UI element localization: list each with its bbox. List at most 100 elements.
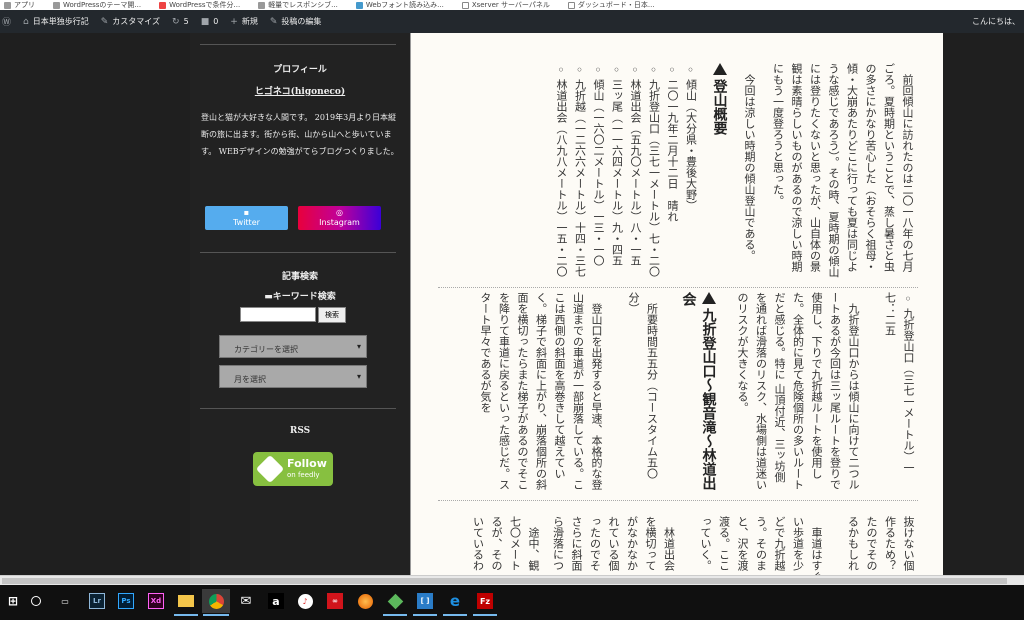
wp-admin-bar: Ⓦ ⌂ 日本単独歩行記 ✎ カスタマイズ ↻ 5 ■ 0 + 新規 ✎ 投稿の編集 こんにち… (0, 10, 1024, 33)
green-app-button[interactable] (382, 589, 408, 616)
taskbar: ⊞ ▭ Lr Ps Xd ✉ a ♪ ∞ [ ] e Fz (0, 585, 1024, 620)
twitter-button[interactable]: ▪ Twitter (205, 206, 288, 230)
chrome-button[interactable] (202, 589, 230, 616)
page-icon (567, 1, 575, 9)
amazon-button[interactable]: a (263, 589, 289, 613)
comments-link[interactable]: ■ 0 (201, 17, 219, 27)
bookmark[interactable]: 軽量でレスポンシブ... (258, 0, 338, 10)
page-icon (461, 1, 469, 9)
updates-link[interactable]: ↻ 5 (172, 17, 189, 27)
xd-button[interactable]: Xd (143, 589, 169, 613)
divider (438, 287, 918, 288)
feedly-follow-button[interactable]: Follow on feedly (253, 452, 333, 486)
paragraph: 登山口を出発すると早速、本格的な登山道までの車道が一部崩落している。ここは西側の… (479, 292, 603, 490)
lightroom-icon: Lr (89, 593, 105, 609)
favicon-icon (258, 1, 266, 9)
bookmark[interactable]: WordPressで条件分... (159, 0, 240, 10)
month-select[interactable]: 月を選択 (219, 365, 367, 388)
new-content-link[interactable]: + 新規 (230, 16, 258, 27)
edge-icon: e (449, 592, 461, 610)
divider (200, 252, 396, 253)
favicon-icon (159, 1, 167, 9)
filezilla-icon: Fz (477, 593, 493, 609)
brush-icon: ✎ (100, 16, 109, 27)
bookmark[interactable]: WordPressのテーマ開... (53, 0, 141, 10)
search-button[interactable]: 検索 (318, 307, 346, 323)
instagram-icon: ◎ (336, 208, 343, 217)
list-item: 九折登山口（三七一メートル）七・二〇 (644, 63, 663, 278)
brackets-button[interactable]: [ ] (412, 589, 438, 616)
app-diamond-icon (387, 593, 403, 609)
bookmark[interactable]: Xserver サーバーパネル (461, 0, 550, 10)
creative-cloud-icon: ∞ (327, 593, 343, 609)
itunes-button[interactable]: ♪ (292, 589, 318, 613)
folder-icon (178, 595, 194, 607)
profile-bio: 登山と猫が大好きな人間です。 2019年3月より日本縦断の旅に出ます。街から街、… (201, 113, 399, 156)
paragraph: 九折登山口からは傾山に向けて二つルートあるが今回は三ッ尾ルートを登りで使用し、下… (736, 292, 860, 490)
bookmarks-bar: アプリ WordPressのテーマ開... WordPressで条件分... 軽… (0, 0, 1024, 10)
paragraph: 林道出会 を横切って がなかなか れている個 ったのでそ さらに斜面 ら滑落につ (551, 516, 676, 571)
paragraph: 抜けない個 作るため？ たのでその るかもしれ (846, 516, 916, 571)
task-view-button[interactable]: ▭ (52, 589, 78, 613)
article-section-route: 九折登山口（三七一メートル）一七：二五 九折登山口からは傾山に向けて二つルートあ… (411, 292, 943, 492)
list-item: 二〇一九年二月十二日 晴れ (663, 63, 682, 278)
summary-list: 傾山（大分県・豊後大野） 二〇一九年二月十二日 晴れ 九折登山口（三七一メートル… (552, 63, 700, 278)
divider (438, 500, 918, 501)
edit-post-link[interactable]: ✎ 投稿の編集 (270, 16, 322, 27)
brackets-icon: [ ] (417, 593, 433, 609)
creative-cloud-button[interactable]: ∞ (322, 589, 348, 613)
pencil-icon: ✎ (269, 16, 278, 27)
firefox-button[interactable] (352, 589, 378, 613)
mail-icon: ✉ (240, 593, 252, 609)
instagram-button[interactable]: ◎ Instagram (298, 206, 381, 230)
rss-title: RSS (289, 426, 311, 436)
windows-icon: ⊞ (7, 594, 19, 608)
divider (200, 44, 396, 45)
bookmark[interactable]: ダッシュボード・日本... (567, 0, 655, 10)
lightroom-button[interactable]: Lr (84, 589, 110, 613)
search-button[interactable] (23, 589, 49, 613)
category-select[interactable]: カテゴリーを選択 (219, 335, 367, 358)
paragraph: 途中、観 七〇メート るが、その いているわ (471, 516, 541, 571)
divider (200, 408, 396, 409)
folder-icon: ▬ (264, 292, 273, 302)
bookmark-apps[interactable]: アプリ (4, 0, 35, 10)
site-name-link[interactable]: ⌂ 日本単独歩行記 (23, 16, 89, 27)
apps-icon (4, 1, 11, 9)
course-time: 所要時間五五分（コースタイム五〇分） (627, 292, 659, 479)
photoshop-button[interactable]: Ps (113, 589, 139, 613)
article-section-intro: 前回傾山に訪れたのは二〇一八年の七月ごろ。夏時期ということで、蒸し暑さと虫の多さ… (411, 63, 943, 278)
plus-icon: + (230, 16, 238, 27)
file-explorer-button[interactable] (173, 589, 199, 616)
paragraph: 車道はすぐ い歩道を少 どで九折越 う。そのま と、沢を渡 渡る。ここ っていく。 (699, 516, 823, 575)
section-heading: 九折登山口～観音滝～林道出会 (680, 292, 717, 490)
adobe-xd-icon: Xd (148, 593, 164, 609)
list-item: 林道出会（八九八メートル）一五・二〇 (552, 63, 571, 278)
list-item: 傾山（大分県・豊後大野） (681, 63, 700, 278)
photoshop-icon: Ps (118, 593, 134, 609)
twitter-icon: ▪ (243, 208, 250, 217)
task-view-icon: ▭ (61, 596, 69, 606)
sidebar: プロフィール ヒゴネコ(higoneco) 登山と猫が大好きな人間です。 201… (190, 33, 410, 575)
list-item: 九折登山口（三七一メートル）一七：二五 (880, 292, 917, 492)
wordpress-logo-icon: Ⓦ (2, 18, 12, 28)
comment-icon: ■ (200, 16, 210, 27)
profile-title: プロフィール (273, 65, 327, 75)
list-item: 九折越（一二六六メートル）十四・三七 (570, 63, 589, 278)
greeting-link[interactable]: こんにちは、 (972, 16, 1020, 27)
scrollbar-thumb[interactable] (2, 578, 1007, 584)
customize-link[interactable]: ✎ カスタマイズ (101, 16, 160, 27)
profile-name-link[interactable]: ヒゴネコ(higoneco) (190, 84, 410, 97)
filezilla-button[interactable]: Fz (472, 589, 498, 616)
mountain-icon (712, 63, 727, 75)
summary-list-continued: 九折登山口（三七一メートル）一七：二五 (880, 292, 917, 492)
horizontal-scrollbar[interactable] (0, 575, 1024, 585)
wp-logo-button[interactable]: Ⓦ (2, 15, 11, 28)
search-input[interactable] (240, 307, 316, 322)
edge-button[interactable]: e (442, 589, 468, 616)
mail-button[interactable]: ✉ (233, 589, 259, 613)
cortana-circle-icon (31, 596, 41, 606)
wordpress-favicon-icon (53, 1, 60, 9)
bookmark[interactable]: Webフォント読み込み... (355, 0, 444, 10)
section-heading: 登山概要 (710, 63, 730, 278)
